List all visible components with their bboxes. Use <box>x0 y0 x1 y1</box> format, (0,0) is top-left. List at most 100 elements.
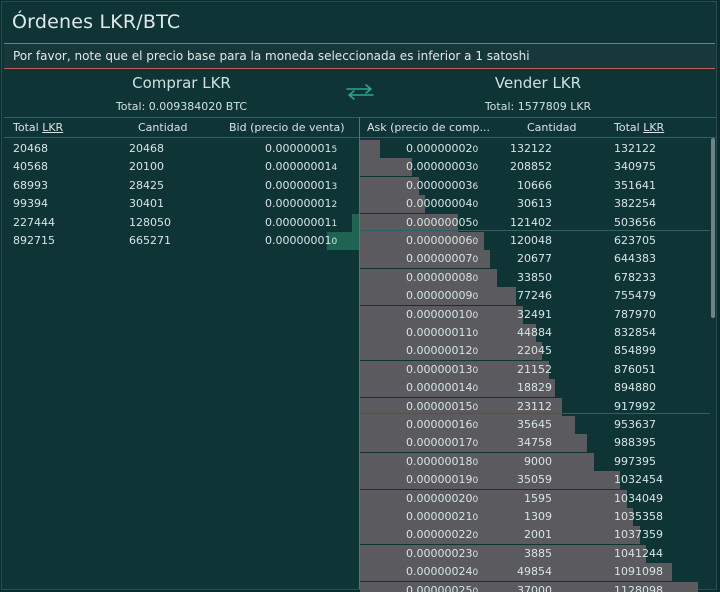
ask-total: 755479 <box>614 289 656 303</box>
ask-price-main: 0.00000011 <box>406 326 473 339</box>
bid-price: 0.000000010 <box>265 232 337 251</box>
ask-row[interactable]: 0.000000140 18829 894880 <box>360 379 710 398</box>
ask-row[interactable]: 0.000000110 44884 832854 <box>360 324 710 342</box>
ask-price: 0.000000200 <box>406 490 478 509</box>
bid-row[interactable]: 40568 20100 0.000000014 <box>4 158 359 176</box>
buy-col-price[interactable]: Bid (precio de venta) <box>229 118 345 137</box>
low-price-notice: Por favor, note que el precio base para … <box>4 43 715 69</box>
ask-row[interactable]: 0.000000120 22045 854899 <box>360 342 710 361</box>
ask-price-tail: 0 <box>472 365 479 376</box>
ask-total: 894880 <box>614 381 656 395</box>
ask-price-main: 0.00000016 <box>406 418 473 431</box>
ask-price-tail: 0 <box>472 402 479 413</box>
ask-row[interactable]: 0.000000090 77246 755479 <box>360 287 710 306</box>
ask-price-tail: 0 <box>472 476 479 487</box>
ask-row[interactable]: 0.000000240 49854 1091098 <box>360 563 710 582</box>
bid-price-tail: 0 <box>331 237 338 247</box>
ask-row[interactable]: 0.000000050 121402 503656 <box>360 213 710 232</box>
ask-row[interactable]: 0.000000130 21152 876051 <box>360 360 710 380</box>
ask-total: 1032454 <box>614 473 663 487</box>
ask-depth-bar <box>360 508 633 526</box>
ask-price-main: 0.00000002 <box>406 142 473 155</box>
buy-col-qty[interactable]: Cantidad <box>138 118 187 137</box>
page-title: Órdenes LKR/BTC <box>12 11 181 33</box>
bid-row[interactable]: 68993 28425 0.000000013 <box>4 177 359 195</box>
ask-qty: 132122 <box>510 142 552 155</box>
ask-row[interactable]: 0.000000230 3885 1041244 <box>360 544 710 564</box>
buy-heading: Comprar LKR <box>132 74 231 92</box>
bid-row[interactable]: 99394 30401 0.000000012 <box>4 195 359 213</box>
ask-qty: 9000 <box>524 454 552 468</box>
bid-row[interactable]: 227444 128050 0.000000011 <box>4 213 359 232</box>
ask-price-main: 0.00000020 <box>406 491 473 505</box>
sell-total: Total: 1577809 LKR <box>484 100 592 113</box>
ask-price: 0.000000090 <box>406 287 478 306</box>
sell-header: Vender LKR Total: 1577809 LKR <box>360 74 716 113</box>
ask-row[interactable]: 0.000000060 120048 623705 <box>360 232 710 250</box>
ask-qty: 77246 <box>517 289 552 303</box>
ask-price-tail: 0 <box>472 200 479 211</box>
ask-depth-bar <box>360 471 620 490</box>
ask-price-tail: 0 <box>472 494 479 505</box>
bid-price-main: 0.00000001 <box>265 234 332 247</box>
ask-price-tail: 0 <box>472 218 479 229</box>
ask-row[interactable]: 0.000000036 10666 351641 <box>360 176 710 195</box>
buy-column-headers: Total LKR Cantidad Bid (precio de venta) <box>4 117 359 138</box>
ask-price: 0.000000130 <box>406 361 478 380</box>
buy-col-total[interactable]: Total LKR <box>13 118 63 137</box>
ask-row[interactable]: 0.000000200 1595 1034049 <box>360 489 710 509</box>
buy-col-total-label: Total <box>13 121 39 134</box>
ask-price: 0.000000040 <box>406 195 478 214</box>
ask-price-main: 0.00000014 <box>406 381 473 395</box>
ask-row[interactable]: 0.000000030 208852 340975 <box>360 158 710 177</box>
ask-qty: 1309 <box>524 510 552 523</box>
ask-row[interactable]: 0.000000220 2001 1037359 <box>360 526 710 545</box>
bid-price-main: 0.00000001 <box>265 178 332 192</box>
ask-row[interactable]: 0.000000040 30613 382254 <box>360 195 710 214</box>
ask-row[interactable]: 0.000000210 1309 1035358 <box>360 508 710 526</box>
ask-row[interactable]: 0.000000170 34758 988395 <box>360 434 710 453</box>
ask-price-tail: 0 <box>472 531 479 542</box>
ask-row[interactable]: 0.000000100 32491 787970 <box>360 305 710 324</box>
ask-price: 0.000000080 <box>406 269 478 288</box>
bid-list: 20468 20468 0.000000015 40568 20100 0.0000000… <box>4 138 359 592</box>
buy-col-total-unit: LKR <box>42 121 64 134</box>
ask-row[interactable]: 0.000000250 37000 1128098 <box>360 581 710 592</box>
ask-scrollbar[interactable] <box>710 138 716 589</box>
bid-price-main: 0.00000001 <box>265 215 332 229</box>
ask-separator <box>360 230 710 231</box>
ask-total: 132122 <box>614 142 656 155</box>
ask-price-tail: 0 <box>472 310 479 321</box>
ask-depth-bar <box>360 489 627 508</box>
ask-price-main: 0.00000006 <box>406 234 473 247</box>
bid-row[interactable]: 20468 20468 0.000000015 <box>4 140 359 158</box>
bid-total: 227444 <box>13 215 55 229</box>
ask-price-main: 0.00000007 <box>406 252 473 266</box>
ask-row[interactable]: 0.000000020 132122 132122 <box>360 140 710 158</box>
ask-qty: 32491 <box>517 307 552 321</box>
bid-row[interactable]: 892715 665271 0.000000010 <box>4 232 359 250</box>
ask-price-main: 0.00000008 <box>406 270 473 284</box>
ask-row[interactable]: 0.000000070 20677 644383 <box>360 250 710 269</box>
sell-col-price[interactable]: Ask (precio de comp... <box>367 118 490 137</box>
ask-depth-bar <box>360 140 380 158</box>
ask-qty: 208852 <box>510 160 552 174</box>
ask-price-tail: 0 <box>472 145 479 155</box>
ask-row[interactable]: 0.000000190 35059 1032454 <box>360 471 710 490</box>
ask-row[interactable]: 0.000000160 35645 953637 <box>360 416 710 434</box>
sell-heading: Vender LKR <box>494 74 582 92</box>
ask-total: 787970 <box>614 307 656 321</box>
ask-total: 382254 <box>614 197 656 211</box>
ask-total: 1091098 <box>614 565 663 579</box>
ask-price-main: 0.00000018 <box>406 454 473 468</box>
ask-price: 0.000000210 <box>406 508 478 527</box>
bid-total: 892715 <box>13 234 55 247</box>
ask-price: 0.000000230 <box>406 545 478 564</box>
sell-col-total[interactable]: Total LKR <box>614 118 664 137</box>
sell-col-qty[interactable]: Cantidad <box>527 118 576 137</box>
ask-row[interactable]: 0.000000180 9000 997395 <box>360 452 710 471</box>
ask-price: 0.000000110 <box>406 324 478 343</box>
scrollbar-thumb[interactable] <box>711 138 715 318</box>
ask-row[interactable]: 0.000000080 33850 678233 <box>360 268 710 288</box>
ask-price-main: 0.00000015 <box>406 399 473 413</box>
